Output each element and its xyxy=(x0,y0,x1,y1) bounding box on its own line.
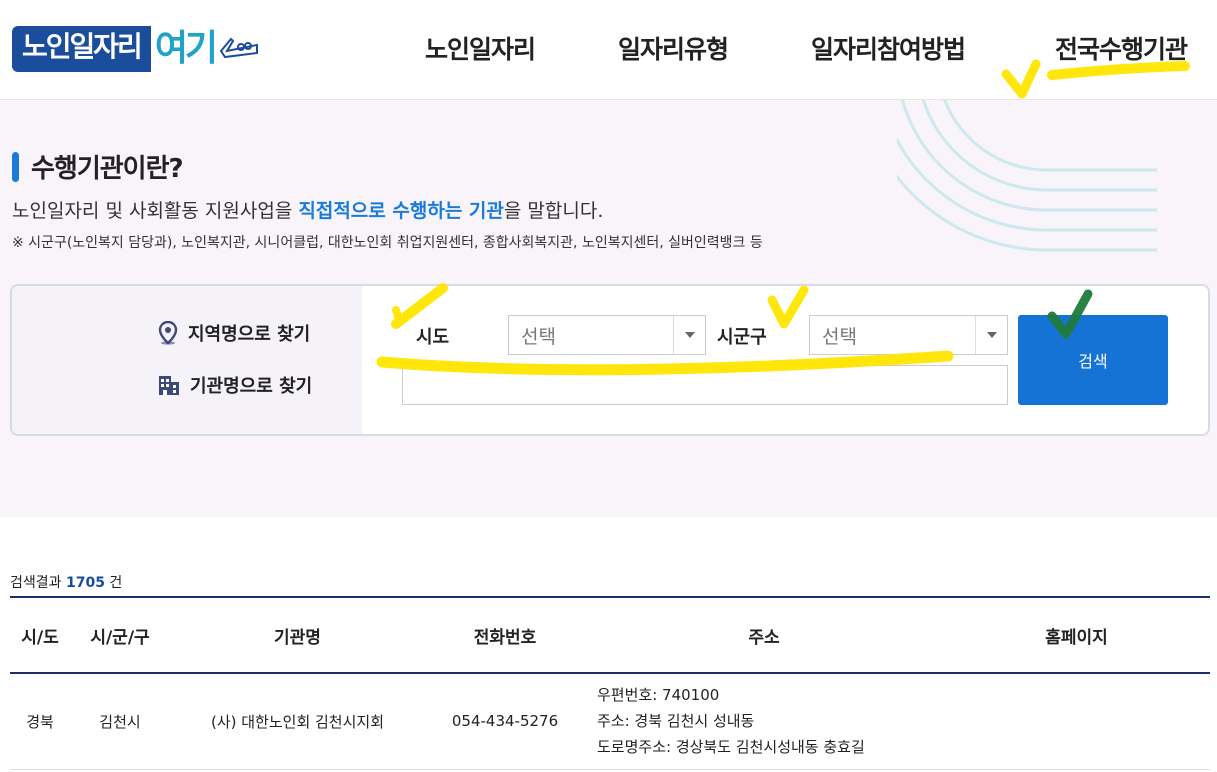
result-count-number: 1705 xyxy=(65,575,105,591)
site-logo[interactable]: 노인일자리 여기 xyxy=(12,24,261,74)
cell-homepage xyxy=(943,673,1210,770)
desc-strong: 직접적으로 수행하는 기관 xyxy=(298,200,504,222)
col-header-address: 주소 xyxy=(585,596,943,674)
logo-main-text: 노인일자리 xyxy=(12,26,151,72)
results-table: 시/도 시/군/구 기관명 전화번호 주소 홈페이지 경북 김천시 (사) 대한… xyxy=(10,596,1210,770)
result-count-post: 건 xyxy=(104,575,123,591)
sigungu-label: 시군구 xyxy=(717,327,767,348)
pointing-hand-icon xyxy=(219,37,259,59)
building-icon xyxy=(158,374,180,396)
result-count: 검색결과 1705 건 xyxy=(10,572,122,592)
result-count-pre: 검색결과 xyxy=(10,575,66,591)
col-header-sigungu: 시/군/구 xyxy=(70,596,170,674)
caret-down-icon xyxy=(975,316,1007,354)
cell-address: 우편번호: 740100 주소: 경북 김천시 성내동 도로명주소: 경상북도 … xyxy=(585,673,943,770)
col-header-homepage: 홈페이지 xyxy=(943,596,1210,674)
sido-selected-value: 선택 xyxy=(521,325,556,348)
col-header-sido: 시/도 xyxy=(10,596,70,674)
find-by-region[interactable]: 지역명으로 찾기 xyxy=(158,320,310,346)
col-header-phone: 전화번호 xyxy=(425,596,585,674)
postal-code: 우편번호: 740100 xyxy=(597,686,720,705)
find-by-org[interactable]: 기관명으로 찾기 xyxy=(158,372,312,398)
title-accent-bar xyxy=(12,151,19,182)
table-row[interactable]: 경북 김천시 (사) 대한노인회 김천시지회 054-434-5276 우편번호… xyxy=(10,673,1210,770)
sido-label: 시도 xyxy=(416,327,450,348)
intro-note: ※ 시군구(노인복지 담당과), 노인복지관, 시니어클럽, 대한노인회 취업지… xyxy=(12,235,763,251)
nav-item-how-to-join[interactable]: 일자리참여방법 xyxy=(811,30,966,66)
cell-org: (사) 대한노인회 김천시지회 xyxy=(170,673,425,770)
desc-post: 을 말합니다. xyxy=(503,200,604,222)
sigungu-select[interactable]: 선택 xyxy=(809,315,1008,355)
cell-sido: 경북 xyxy=(10,673,70,770)
find-by-region-label: 지역명으로 찾기 xyxy=(188,324,311,345)
org-name-input[interactable] xyxy=(402,365,1008,405)
address-line: 주소: 경북 김천시 성내동 xyxy=(597,712,755,731)
nav-item-job-types[interactable]: 일자리유형 xyxy=(618,30,729,66)
caret-down-icon xyxy=(673,316,705,354)
site-header: 노인일자리 여기 노인일자리 일자리유형 일자리참여방법 전국수행기관 xyxy=(0,0,1217,100)
road-address-line: 도로명주소: 경상북도 김천시성내동 충효길 xyxy=(597,738,865,757)
intro-description: 노인일자리 및 사회활동 지원사업을 직접적으로 수행하는 기관을 말합니다. xyxy=(12,196,603,223)
logo-sub-text: 여기 xyxy=(154,28,218,69)
sigungu-selected-value: 선택 xyxy=(822,325,857,348)
search-mode-panel: 지역명으로 찾기 기관명으로 찾기 xyxy=(12,286,362,434)
desc-pre: 노인일자리 및 사회활동 지원사업을 xyxy=(12,200,299,222)
cell-sigungu: 김천시 xyxy=(70,673,170,770)
search-box: 지역명으로 찾기 기관명으로 찾기 시도 선택 시군구 선택 검색 xyxy=(10,284,1210,436)
sido-select[interactable]: 선택 xyxy=(508,315,706,355)
decorative-arcs xyxy=(897,100,1157,252)
nav-item-national-agencies[interactable]: 전국수행기관 xyxy=(1055,30,1188,66)
section-title: 수행기관이란? xyxy=(12,148,184,185)
search-button[interactable]: 검색 xyxy=(1018,315,1168,405)
cell-phone: 054-434-5276 xyxy=(425,673,585,770)
find-by-org-label: 기관명으로 찾기 xyxy=(190,376,313,397)
intro-section: 수행기관이란? 노인일자리 및 사회활동 지원사업을 직접적으로 수행하는 기관… xyxy=(0,100,1217,517)
col-header-org: 기관명 xyxy=(170,596,425,674)
table-header-row: 시/도 시/군/구 기관명 전화번호 주소 홈페이지 xyxy=(10,596,1210,674)
map-pin-icon xyxy=(158,321,178,345)
page-title: 수행기관이란? xyxy=(31,154,184,184)
nav-item-senior-jobs[interactable]: 노인일자리 xyxy=(425,30,536,66)
